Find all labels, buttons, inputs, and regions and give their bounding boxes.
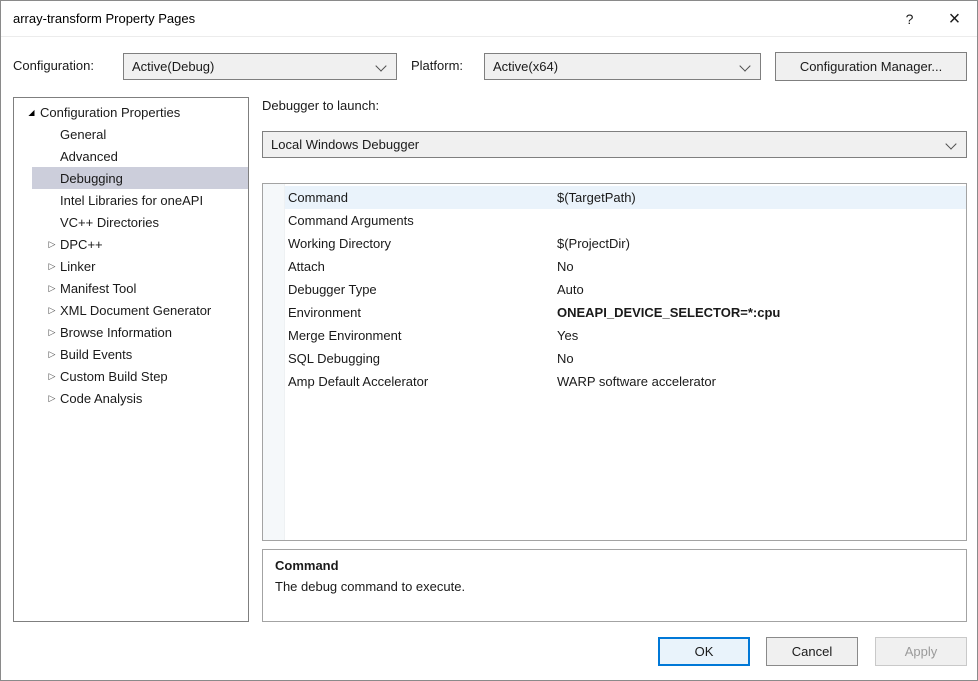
platform-dropdown[interactable]: Active(x64)	[484, 53, 761, 80]
tree-item-debugging[interactable]: Debugging	[32, 167, 248, 189]
chevron-down-icon	[739, 60, 750, 71]
expander-collapsed-icon[interactable]: ▷	[44, 305, 60, 316]
property-value[interactable]	[557, 209, 966, 232]
property-name: SQL Debugging	[285, 347, 557, 370]
chevron-down-icon	[945, 138, 956, 149]
tree-item-label: Browse Information	[60, 325, 172, 340]
tree-item-vcpp-directories[interactable]: VC++ Directories	[14, 211, 248, 233]
property-name: Attach	[285, 255, 557, 278]
configuration-manager-button[interactable]: Configuration Manager...	[775, 52, 967, 81]
expander-collapsed-icon[interactable]: ▷	[44, 349, 60, 360]
help-icon: ?	[906, 11, 914, 27]
tree-item-label: Custom Build Step	[60, 369, 168, 384]
apply-button: Apply	[875, 637, 967, 666]
description-title: Command	[275, 558, 954, 573]
tree-item-configuration-properties[interactable]: ◢ Configuration Properties	[14, 101, 248, 123]
property-row-environment[interactable]: Environment ONEAPI_DEVICE_SELECTOR=*:cpu	[263, 301, 966, 324]
property-value[interactable]: No	[557, 347, 966, 370]
debugger-dropdown[interactable]: Local Windows Debugger	[262, 131, 967, 158]
property-value[interactable]: ONEAPI_DEVICE_SELECTOR=*:cpu	[557, 301, 966, 324]
configuration-dropdown[interactable]: Active(Debug)	[123, 53, 397, 80]
window-title: array-transform Property Pages	[13, 11, 195, 26]
help-button[interactable]: ?	[887, 1, 932, 36]
cancel-button[interactable]: Cancel	[766, 637, 858, 666]
property-row-debugger-type[interactable]: Debugger Type Auto	[263, 278, 966, 301]
title-bar: array-transform Property Pages ? ×	[1, 1, 977, 37]
configuration-manager-label: Configuration Manager...	[800, 59, 942, 74]
property-row-sql-debugging[interactable]: SQL Debugging No	[263, 347, 966, 370]
tree-item-label: Intel Libraries for oneAPI	[60, 193, 203, 208]
apply-button-label: Apply	[905, 644, 938, 659]
expander-collapsed-icon[interactable]: ▷	[44, 371, 60, 382]
property-value[interactable]: $(TargetPath)	[557, 186, 966, 209]
debugger-value: Local Windows Debugger	[271, 137, 419, 152]
tree-item-label: Debugging	[60, 171, 123, 186]
property-value[interactable]: Auto	[557, 278, 966, 301]
expander-expanded-icon[interactable]: ◢	[23, 108, 40, 117]
ok-button-label: OK	[695, 644, 714, 659]
tree-item-label: Configuration Properties	[40, 105, 180, 120]
expander-collapsed-icon[interactable]: ▷	[44, 393, 60, 404]
configuration-label: Configuration:	[13, 52, 94, 80]
property-row-merge-environment[interactable]: Merge Environment Yes	[263, 324, 966, 347]
property-row-amp-default-accelerator[interactable]: Amp Default Accelerator WARP software ac…	[263, 370, 966, 393]
ok-button[interactable]: OK	[658, 637, 750, 666]
description-text: The debug command to execute.	[275, 579, 954, 594]
property-value[interactable]: $(ProjectDir)	[557, 232, 966, 255]
close-icon: ×	[949, 9, 961, 29]
expander-collapsed-icon[interactable]: ▷	[44, 327, 60, 338]
expander-collapsed-icon[interactable]: ▷	[44, 239, 60, 250]
platform-value: Active(x64)	[493, 59, 558, 74]
property-name: Debugger Type	[285, 278, 557, 301]
tree-item-custom-build-step[interactable]: ▷ Custom Build Step	[14, 365, 248, 387]
tree-item-manifest-tool[interactable]: ▷ Manifest Tool	[14, 277, 248, 299]
tree-item-label: Code Analysis	[60, 391, 142, 406]
property-row-attach[interactable]: Attach No	[263, 255, 966, 278]
expander-collapsed-icon[interactable]: ▷	[44, 261, 60, 272]
tree-item-build-events[interactable]: ▷ Build Events	[14, 343, 248, 365]
property-row-command[interactable]: Command $(TargetPath)	[263, 186, 966, 209]
tree-item-label: Advanced	[60, 149, 118, 164]
configuration-value: Active(Debug)	[132, 59, 214, 74]
tree-item-label: DPC++	[60, 237, 103, 252]
property-grid: Command $(TargetPath) Command Arguments …	[262, 183, 967, 541]
debugger-to-launch-label: Debugger to launch:	[262, 98, 379, 113]
configuration-tree: ◢ Configuration Properties General Advan…	[13, 97, 249, 622]
chevron-down-icon	[375, 60, 386, 71]
property-name: Command	[285, 186, 557, 209]
titlebar-buttons: ? ×	[887, 1, 977, 36]
tree-item-browse-information[interactable]: ▷ Browse Information	[14, 321, 248, 343]
tree-item-general[interactable]: General	[14, 123, 248, 145]
tree-item-intel-libraries-for-oneapi[interactable]: Intel Libraries for oneAPI	[14, 189, 248, 211]
tree-item-xml-document-generator[interactable]: ▷ XML Document Generator	[14, 299, 248, 321]
property-name: Command Arguments	[285, 209, 557, 232]
property-description-panel: Command The debug command to execute.	[262, 549, 967, 622]
property-row-working-directory[interactable]: Working Directory $(ProjectDir)	[263, 232, 966, 255]
tree-item-linker[interactable]: ▷ Linker	[14, 255, 248, 277]
close-button[interactable]: ×	[932, 1, 977, 36]
tree-item-label: VC++ Directories	[60, 215, 159, 230]
tree-item-label: General	[60, 127, 106, 142]
property-row-command-arguments[interactable]: Command Arguments	[263, 209, 966, 232]
tree-item-label: Linker	[60, 259, 95, 274]
tree-item-label: XML Document Generator	[60, 303, 211, 318]
property-value[interactable]: WARP software accelerator	[557, 370, 966, 393]
tree-item-label: Manifest Tool	[60, 281, 136, 296]
property-name: Environment	[285, 301, 557, 324]
tree-item-dpcpp[interactable]: ▷ DPC++	[14, 233, 248, 255]
property-value[interactable]: Yes	[557, 324, 966, 347]
tree-item-advanced[interactable]: Advanced	[14, 145, 248, 167]
tree-item-code-analysis[interactable]: ▷ Code Analysis	[14, 387, 248, 409]
property-value[interactable]: No	[557, 255, 966, 278]
property-name: Amp Default Accelerator	[285, 370, 557, 393]
platform-label: Platform:	[411, 52, 463, 80]
property-name: Merge Environment	[285, 324, 557, 347]
cancel-button-label: Cancel	[792, 644, 832, 659]
tree-item-label: Build Events	[60, 347, 132, 362]
property-name: Working Directory	[285, 232, 557, 255]
property-pages-dialog: { "window": { "title": "array-transform …	[0, 0, 978, 681]
expander-collapsed-icon[interactable]: ▷	[44, 283, 60, 294]
